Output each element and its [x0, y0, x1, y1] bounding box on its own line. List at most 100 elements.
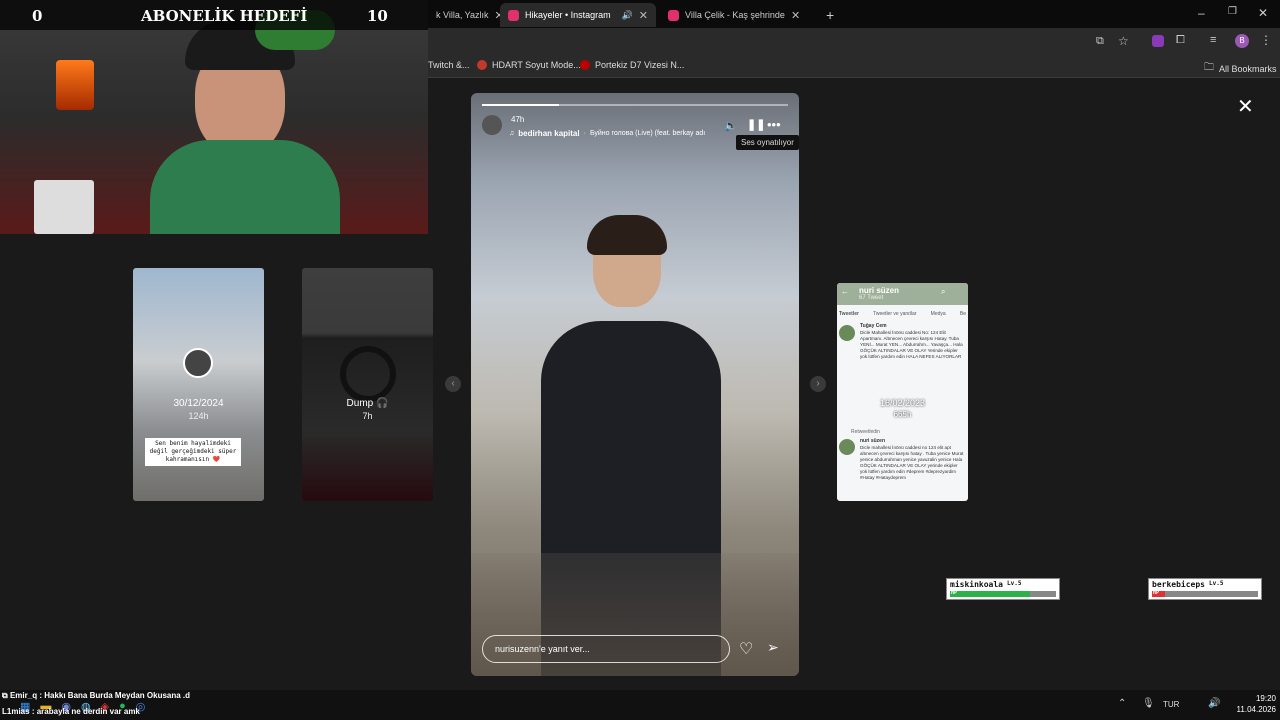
extensions-puzzle-icon[interactable]: ⧠: [1176, 34, 1185, 47]
restore-icon[interactable]: ❐: [1228, 6, 1237, 17]
bookmark-item[interactable]: Portekiz D7 Vizesi N...: [580, 60, 684, 70]
menu-kebab-icon[interactable]: ⋮: [1260, 33, 1272, 47]
lamp: [56, 60, 94, 110]
more-options-icon[interactable]: •••: [767, 117, 781, 132]
all-bookmarks[interactable]: 🗀 All Bookmarks: [1204, 60, 1277, 77]
next-story-icon[interactable]: ›: [810, 376, 826, 392]
goal-current: 0: [32, 7, 43, 25]
tab-label: Hikayeler • Instagram: [525, 10, 611, 20]
portugal-icon: [580, 60, 590, 70]
story-thumbnail[interactable]: 30/12/2024 124h Sen benim hayalimdeki de…: [133, 268, 264, 501]
twitter-tab: Tweetler ve yanıtlar: [873, 311, 917, 317]
install-app-icon[interactable]: ⧉: [1096, 35, 1104, 48]
reply-input[interactable]: nurisuzenn'e yanıt ver...: [482, 635, 730, 663]
clock-date: 11.04.2026: [1236, 705, 1276, 714]
chat-user: Emir_q: [9, 691, 38, 700]
keyboard: [34, 180, 94, 234]
avatar: [839, 325, 855, 341]
bookmark-label: HDART Soyut Mode...: [492, 60, 581, 70]
hud-player: miskinkoala Lv.5 HP: [946, 578, 1060, 600]
webcam-overlay: 0 ABONELİK HEDEFİ 10: [0, 0, 428, 234]
retweet-label: Retweetledin: [851, 429, 880, 435]
mute-icon[interactable]: 🔈: [724, 119, 738, 132]
chat-colon: :: [31, 707, 35, 716]
tab-villa-celik[interactable]: Villa Çelik - Kaş şehrinde Kiralık ✕: [660, 3, 816, 27]
music-separator: ·: [583, 130, 586, 137]
bookmark-item[interactable]: Twitch &...: [428, 60, 470, 70]
tab-close-icon[interactable]: ✕: [791, 9, 800, 22]
twitter-tabs: Tweetler Tweetler ve yanıtlar Medya Be: [839, 311, 966, 317]
tweet-text: Dicle mahallesi İnönü caddesi no 124 eli…: [860, 445, 964, 480]
media-control-icon[interactable]: ≡: [1210, 34, 1216, 46]
new-tab-button[interactable]: +: [818, 3, 842, 27]
microphone-icon[interactable]: 🎙: [1142, 698, 1155, 709]
active-story: 47h ♫ bedirhan kapital · Буйно голова (L…: [471, 93, 799, 676]
like-heart-icon[interactable]: ♡: [739, 639, 753, 659]
tab-close-icon[interactable]: ✕: [639, 9, 648, 22]
story-thumbnail-twitter[interactable]: nuri süzen 67 Tweet ← ⌕ Tweetler Tweetle…: [837, 283, 968, 501]
twitter-count: 67 Tweet: [859, 295, 884, 301]
tab-label: Villa Çelik - Kaş şehrinde Kiralık: [685, 10, 785, 20]
music-title: Буйно голова (Live) (feat. berkay adı: [589, 130, 706, 137]
language-indicator[interactable]: TUR: [1163, 700, 1179, 709]
bookmark-star-icon[interactable]: ☆: [1118, 34, 1129, 48]
twitter-tab: Be: [959, 311, 966, 317]
previous-story-icon[interactable]: ‹: [445, 376, 461, 392]
pause-icon[interactable]: ❚❚: [747, 118, 765, 131]
story-thumbnail[interactable]: Dump 🎧 7h: [302, 268, 433, 501]
tweet-author: Tuğay Cem: [860, 323, 887, 329]
story-music[interactable]: ♫ bedirhan kapital · Буйно голова (Live)…: [509, 129, 717, 138]
chat-text: arabayla ne derdin var amk: [36, 707, 140, 716]
window-close-icon[interactable]: ✕: [1258, 6, 1268, 20]
thumb-age: 124h: [188, 411, 209, 421]
chat-message: ⧉ Emir_q : Hakkı Bana Burda Meydan Okusa…: [2, 691, 190, 701]
close-story-icon[interactable]: ✕: [1237, 94, 1254, 119]
profile-avatar[interactable]: B: [1235, 34, 1249, 48]
person-hair: [587, 215, 667, 255]
tab-instagram-stories[interactable]: Hikayeler • Instagram 🔊 ✕: [500, 3, 656, 27]
tab-label: k Villa, Yazlık: [436, 10, 489, 20]
chat-text: Hakkı Bana Burda Meydan Okusana .d: [44, 691, 191, 700]
subscriber-goal-bar: 0 ABONELİK HEDEFİ 10: [0, 0, 428, 30]
twitter-header: [837, 283, 968, 305]
streamer-shirt: [150, 140, 340, 234]
steering-wheel: [340, 346, 396, 402]
search-icon: ⌕: [941, 287, 946, 296]
minimize-icon[interactable]: –: [1198, 6, 1205, 20]
chat-message: L1mias : arabayla ne derdin var amk: [2, 707, 140, 716]
hp-bar: HP: [950, 590, 1056, 597]
hp-bar: HP: [1152, 590, 1258, 597]
story-avatar[interactable]: [482, 115, 502, 135]
music-icon: ♫: [509, 130, 515, 137]
share-send-icon[interactable]: ➢: [767, 639, 779, 656]
extension-icon[interactable]: [1152, 35, 1164, 47]
hud-player: berkebiceps Lv.5 HP: [1148, 578, 1262, 600]
tray-chevron-icon[interactable]: ⌃: [1118, 698, 1126, 709]
thumb-age: 665h: [893, 410, 912, 419]
volume-icon[interactable]: 🔊: [1208, 698, 1220, 709]
hud-player-name: berkebiceps: [1152, 580, 1205, 589]
clock[interactable]: 19:20 11.04.2026: [1228, 693, 1276, 715]
thumb-title: Dump 🎧: [346, 398, 389, 409]
story-username: bedirhan kapital: [518, 129, 580, 138]
speaker-icon[interactable]: 🔊: [622, 10, 633, 21]
clock-time: 19:20: [1255, 694, 1276, 703]
twitter-tab: Tweetler: [839, 311, 859, 317]
bookmark-label: Twitch &...: [428, 60, 470, 70]
folder-icon: 🗀: [1204, 62, 1214, 73]
chat-user: L1mias: [2, 707, 30, 716]
hdart-icon: [477, 60, 487, 70]
thumb-caption: Sen benim hayalimdeki değil gerçeğimdeki…: [145, 438, 241, 466]
tweet-text: Dicle Mahallesi İnönü caddesi No: 124 El…: [860, 330, 963, 359]
tweet-author: nuri süzen: [860, 438, 886, 444]
tooltip: Ses oynatılıyor: [736, 135, 799, 150]
hud-level: Lv.5: [1208, 580, 1224, 587]
all-bookmarks-label: All Bookmarks: [1219, 63, 1277, 74]
hp-label: HP: [1153, 590, 1160, 596]
chat-badge-icon: ⧉: [2, 691, 8, 700]
chat-colon: :: [39, 691, 42, 700]
bookmark-item[interactable]: HDART Soyut Mode...: [477, 60, 581, 70]
goal-title: ABONELİK HEDEFİ: [141, 7, 308, 25]
avatar: [183, 348, 213, 378]
bookmark-label: Portekiz D7 Vizesi N...: [595, 60, 685, 70]
